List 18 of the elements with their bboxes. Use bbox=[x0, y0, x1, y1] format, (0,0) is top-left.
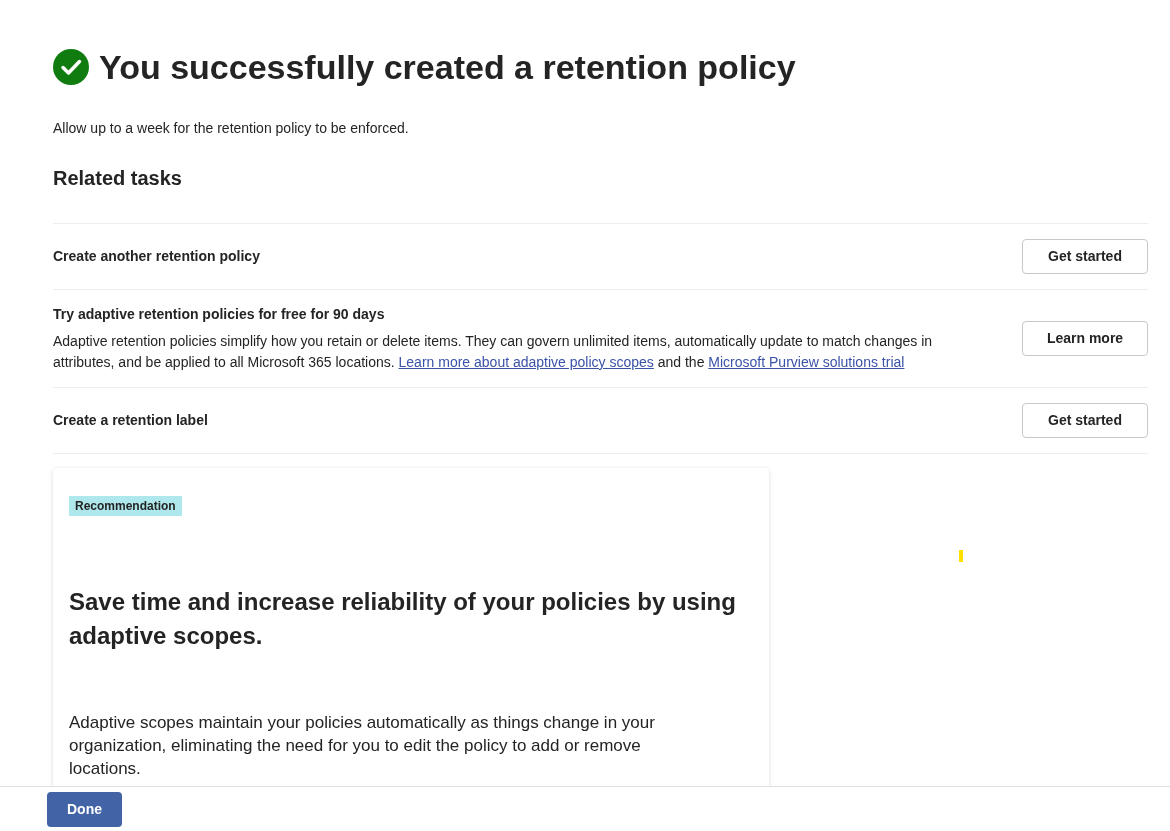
card-body: Adaptive scopes maintain your policies automatically as things change in your organization, eliminating the need for you to edit the policy to add or remove locations. bbox=[69, 712, 656, 780]
task-button[interactable]: Get started bbox=[1022, 403, 1148, 438]
task-title: Try adaptive retention policies for free for 90 days bbox=[53, 305, 386, 324]
inline-link[interactable]: Learn more about adaptive policy scopes bbox=[398, 354, 654, 370]
recommendation-tag: Recommendation bbox=[69, 496, 182, 516]
card-title: Save time and increase reliability of your policies by using adaptive scopes. bbox=[69, 587, 737, 651]
task-title: Create another retention policy bbox=[53, 247, 260, 266]
section-heading: Related tasks bbox=[53, 166, 183, 191]
task-button[interactable]: Get started bbox=[1022, 239, 1148, 274]
cursor-mark bbox=[959, 550, 963, 562]
task-description: Adaptive retention policies simplify how you retain or delete items. They can govern unlimited items, automatically update to match changes in attributes, and be applied to all Microsoft 365 locations. Learn more about adaptive policy scopes and the Microsoft Purview solutions trial bbox=[53, 332, 934, 372]
done-button[interactable]: Done bbox=[47, 791, 122, 827]
task-title: Create a retention label bbox=[53, 411, 208, 430]
inline-link[interactable]: Microsoft Purview solutions trial bbox=[708, 354, 905, 370]
page-title: You successfully created a retention policy bbox=[99, 47, 796, 88]
task-button[interactable]: Learn more bbox=[1022, 321, 1148, 356]
success-check-icon bbox=[53, 49, 89, 85]
subtitle-text: Allow up to a week for the retention policy to be enforced. bbox=[53, 119, 410, 138]
